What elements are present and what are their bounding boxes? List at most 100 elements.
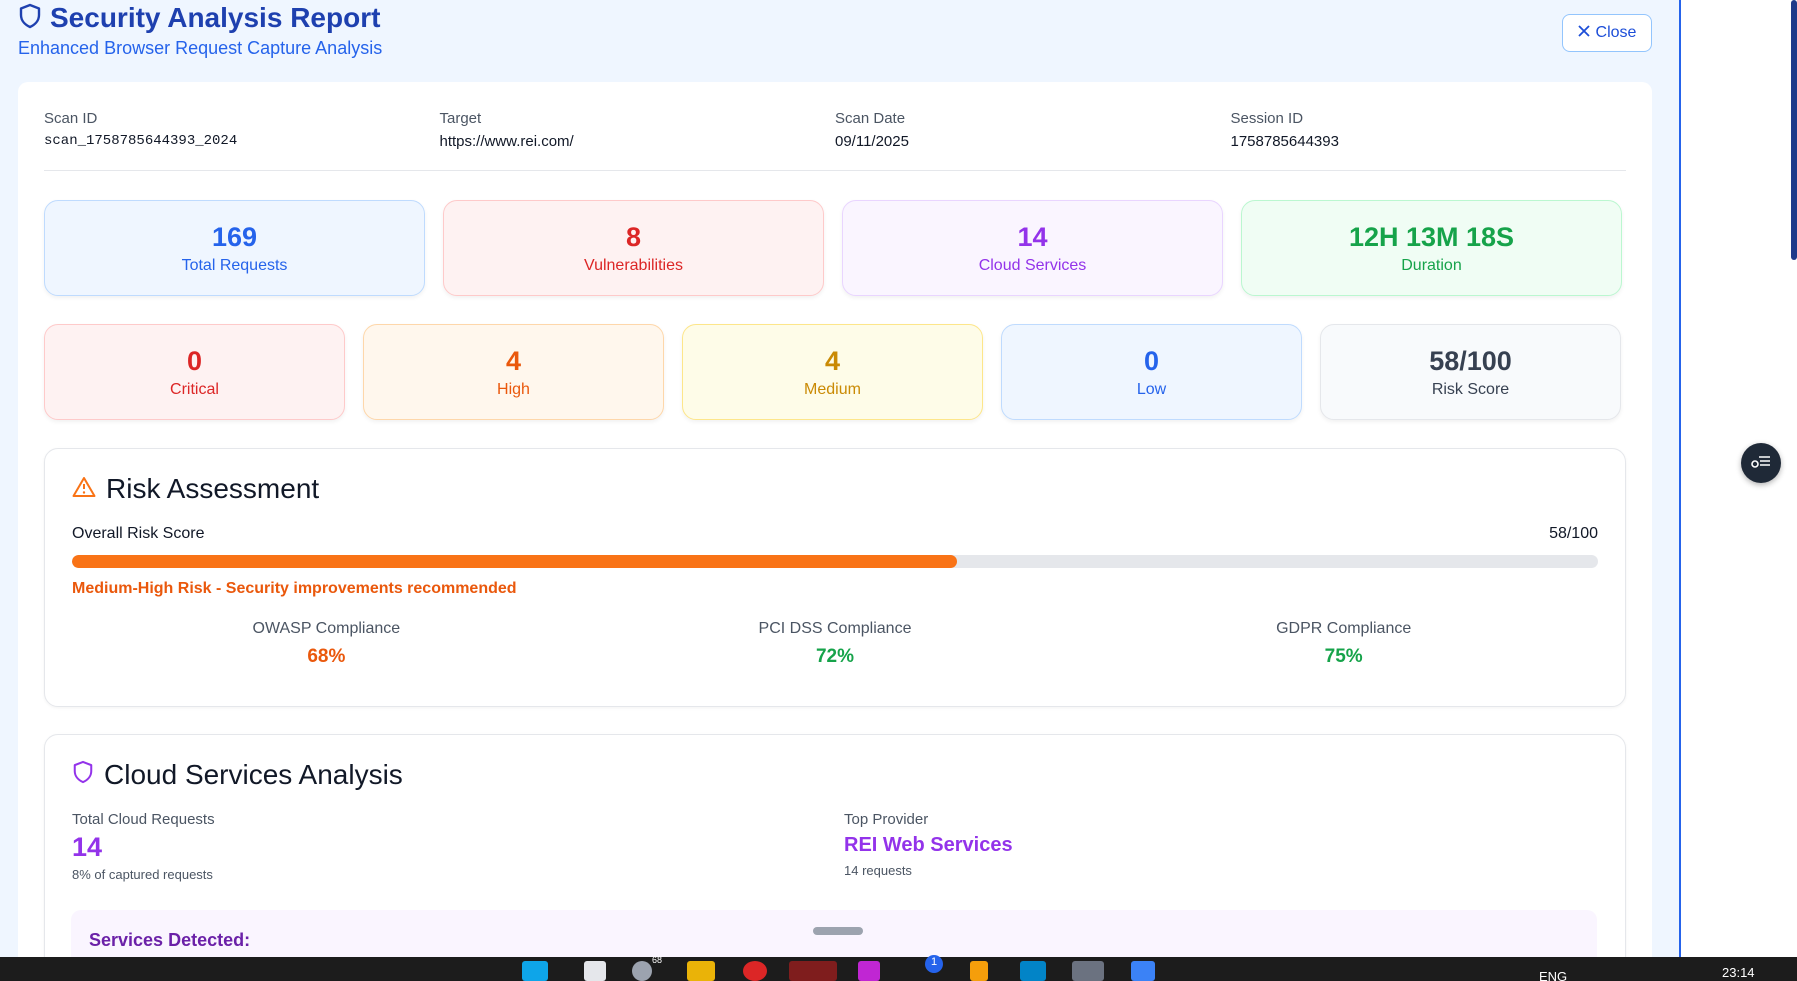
stat-label: High xyxy=(497,380,530,398)
close-button-label: Close xyxy=(1595,24,1637,41)
terminal-icon[interactable] xyxy=(1072,961,1104,981)
stat-label: Duration xyxy=(1401,256,1462,274)
stat-label: Total Requests xyxy=(181,256,288,274)
meta-value: 1758785644393 xyxy=(1230,133,1339,150)
meta-value: scan_1758785644393_2024 xyxy=(44,133,238,149)
page-subtitle: Enhanced Browser Request Capture Analysi… xyxy=(18,38,383,58)
stat-value: 12H 13M 18S xyxy=(1348,221,1515,252)
stat-duration: 12H 13M 18S Duration xyxy=(1241,200,1622,296)
page-title: Security Analysis Report xyxy=(50,2,381,33)
app-icon[interactable] xyxy=(743,961,767,981)
meta-session-id: Session ID 1758785644393 xyxy=(1231,110,1627,150)
cloud-total-note: 8% of captured requests xyxy=(72,867,213,882)
compliance-value: 68% xyxy=(307,646,346,667)
stat-label: Critical xyxy=(170,380,219,398)
meta-target: Target https://www.rei.com/ xyxy=(440,110,836,150)
compliance-row: OWASP Compliance 68% PCI DSS Compliance … xyxy=(72,620,1598,668)
compliance-label: GDPR Compliance xyxy=(1276,620,1412,637)
stat-low: 0 Low xyxy=(1001,324,1302,420)
scan-meta: Scan ID scan_1758785644393_2024 Target h… xyxy=(44,110,1626,171)
cloud-services-title: Cloud Services Analysis xyxy=(104,759,403,790)
risk-progress-bar xyxy=(72,555,1598,568)
toggle-list-icon xyxy=(1750,453,1772,474)
app-icon[interactable] xyxy=(858,961,880,981)
compliance-pci-dss: PCI DSS Compliance 72% xyxy=(581,620,1090,668)
report-modal: Security Analysis Report Enhanced Browse… xyxy=(0,0,1681,957)
risk-assessment-section: Risk Assessment Overall Risk Score 58/10… xyxy=(44,448,1626,707)
stat-high: 4 High xyxy=(363,324,664,420)
report-header: Security Analysis Report Enhanced Browse… xyxy=(18,2,1679,82)
cloud-services-section: Cloud Services Analysis Total Cloud Requ… xyxy=(44,734,1626,957)
compliance-value: 75% xyxy=(1324,646,1363,667)
meta-value: 09/11/2025 xyxy=(835,133,909,150)
compliance-value: 72% xyxy=(815,646,855,667)
meta-label: Session ID xyxy=(1230,110,1304,127)
risk-assessment-title: Risk Assessment xyxy=(106,473,320,504)
stat-value: 0 xyxy=(1143,345,1160,376)
meta-scan-id: Scan ID scan_1758785644393_2024 xyxy=(44,110,440,150)
folder-icon[interactable] xyxy=(687,961,715,981)
stat-critical: 0 Critical xyxy=(44,324,345,420)
compliance-owasp: OWASP Compliance 68% xyxy=(72,620,581,668)
compliance-label: PCI DSS Compliance xyxy=(758,620,912,637)
active-app-icon[interactable] xyxy=(789,961,837,981)
stat-label: Cloud Services xyxy=(978,256,1087,274)
vscode-icon[interactable] xyxy=(1020,961,1046,981)
stat-value: 58/100 xyxy=(1429,345,1512,376)
risk-progress-fill xyxy=(72,555,958,568)
overall-risk-value: 58/100 xyxy=(1549,525,1598,542)
calendar-icon[interactable] xyxy=(1131,961,1155,981)
stat-value: 169 xyxy=(211,221,258,252)
summary-stats: 169 Total Requests 8 Vulnerabilities 14 … xyxy=(44,200,1622,296)
stat-vulnerabilities: 8 Vulnerabilities xyxy=(443,200,824,296)
stat-risk-score: 58/100 Risk Score xyxy=(1320,324,1621,420)
cloud-total-label: Total Cloud Requests xyxy=(72,811,215,828)
provider-note: 14 requests xyxy=(844,863,912,878)
stat-value: 14 xyxy=(1017,221,1048,252)
stat-label: Vulnerabilities xyxy=(583,256,683,274)
cloud-total: Total Cloud Requests 14 8% of captured r… xyxy=(72,811,844,882)
meta-label: Target xyxy=(439,110,482,127)
severity-stats: 0 Critical 4 High 4 Medium 0 Low 58/100 … xyxy=(44,324,1621,420)
windows-start-icon[interactable] xyxy=(522,961,548,981)
stat-total-requests: 169 Total Requests xyxy=(44,200,425,296)
stat-label: Medium xyxy=(804,380,861,398)
stat-value: 0 xyxy=(186,345,203,376)
close-icon xyxy=(1577,24,1590,42)
meta-label: Scan Date xyxy=(835,110,906,127)
stat-value: 4 xyxy=(505,345,522,376)
provider-label: Top Provider xyxy=(844,811,929,828)
compliance-gdpr: GDPR Compliance 75% xyxy=(1089,620,1598,668)
compliance-label: OWASP Compliance xyxy=(252,620,401,637)
chrome-icon[interactable] xyxy=(632,961,652,981)
warning-icon xyxy=(72,473,96,505)
stat-medium: 4 Medium xyxy=(682,324,983,420)
language-indicator[interactable]: ENG xyxy=(1539,969,1567,981)
floating-menu-button[interactable] xyxy=(1741,443,1781,483)
stat-label: Risk Score xyxy=(1431,380,1510,398)
notification-count: 1 xyxy=(931,956,938,968)
meta-label: Scan ID xyxy=(44,110,98,127)
shield-icon xyxy=(72,759,94,791)
shield-icon xyxy=(18,3,42,34)
stat-value: 4 xyxy=(824,345,841,376)
stat-cloud-services: 14 Cloud Services xyxy=(842,200,1223,296)
cloud-total-value: 14 xyxy=(72,832,103,862)
meta-scan-date: Scan Date 09/11/2025 xyxy=(835,110,1231,150)
taskbar-badge-count: 68 xyxy=(652,955,663,965)
report-content: Scan ID scan_1758785644393_2024 Target h… xyxy=(18,82,1652,957)
file-icon[interactable] xyxy=(584,961,606,981)
meta-value: https://www.rei.com/ xyxy=(439,133,574,150)
cloud-top-provider: Top Provider REI Web Services 14 request… xyxy=(844,811,1013,882)
stat-value: 8 xyxy=(625,221,642,252)
pencil-icon[interactable] xyxy=(970,961,988,981)
page-background xyxy=(1681,0,1797,957)
close-button[interactable]: Close xyxy=(1562,14,1652,52)
vertical-scrollbar[interactable] xyxy=(1791,0,1797,260)
risk-message: Medium-High Risk - Security improvements… xyxy=(72,580,517,597)
taskbar: 68 1 ENG 23:14 xyxy=(0,955,1797,981)
provider-value: REI Web Services xyxy=(844,834,1013,856)
clock-time[interactable]: 23:14 xyxy=(1722,965,1755,980)
stat-label: Low xyxy=(1136,380,1167,398)
drag-handle[interactable] xyxy=(813,927,863,935)
